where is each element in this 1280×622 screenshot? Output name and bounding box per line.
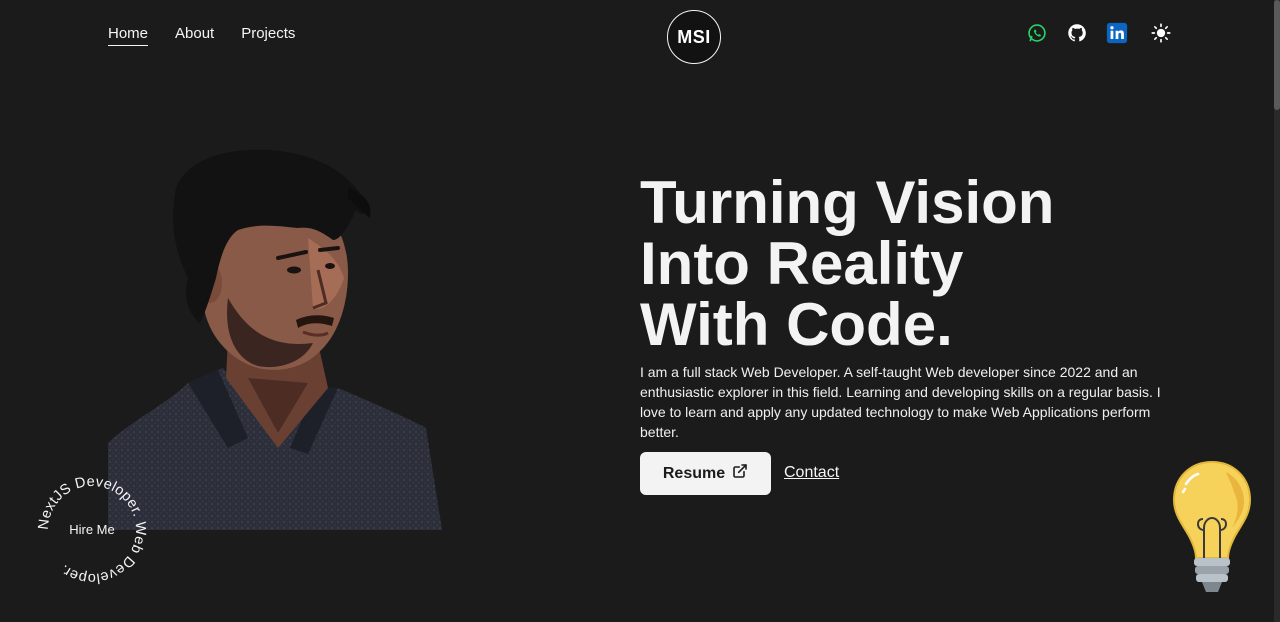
hero-title: Turning Vision Into Reality With Code. <box>640 172 1200 355</box>
lightbulb-icon <box>1168 458 1256 600</box>
site-logo[interactable]: MSI <box>667 10 721 64</box>
page-scrollbar[interactable] <box>1274 0 1280 622</box>
github-icon[interactable] <box>1066 22 1088 44</box>
hire-me-badge[interactable]: NextJS Developer. Web Developer. Hire Me <box>32 470 152 590</box>
profile-photo <box>108 148 444 530</box>
scrollbar-thumb[interactable] <box>1274 0 1280 110</box>
hero-description: I am a full stack Web Developer. A self-… <box>640 364 1161 440</box>
nav-about-link[interactable]: About <box>175 25 214 46</box>
resume-button[interactable]: Resume <box>640 452 771 495</box>
hero-title-line: Turning Vision <box>640 169 1055 236</box>
contact-link[interactable]: Contact <box>784 464 839 482</box>
linkedin-icon[interactable] <box>1106 22 1128 44</box>
social-links <box>1026 22 1172 44</box>
resume-button-label: Resume <box>662 464 726 482</box>
portfolio-page: Home About Projects MSI Turning Vision I… <box>0 0 1280 622</box>
external-link-icon <box>732 463 748 484</box>
hero-title-line: With Code. <box>640 291 953 358</box>
main-nav: Home About Projects <box>108 25 295 46</box>
hire-me-label: Hire Me <box>69 522 115 537</box>
sun-icon[interactable] <box>1150 22 1172 44</box>
hero-title-line: Into Reality <box>640 230 964 297</box>
whatsapp-icon[interactable] <box>1026 22 1048 44</box>
nav-projects-link[interactable]: Projects <box>241 25 295 46</box>
nav-home-link[interactable]: Home <box>108 25 149 46</box>
